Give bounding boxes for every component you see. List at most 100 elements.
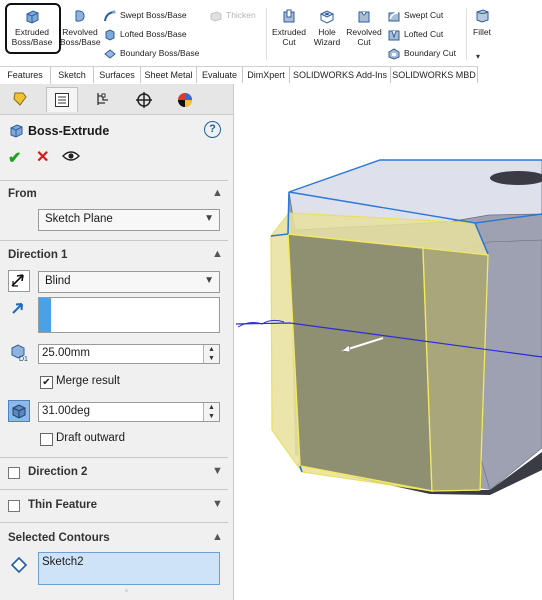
reverse-direction-button[interactable] [8, 270, 30, 292]
lofted-cut-button[interactable]: Lofted Cut [388, 26, 443, 42]
end-condition-select[interactable]: Blind ▼ [38, 271, 220, 293]
tab-dimxpert[interactable]: DimXpert [243, 67, 290, 83]
panel-resize-handle[interactable]: ◦ [125, 586, 128, 595]
thin-feature-section-header[interactable]: Thin Feature ▼ [0, 495, 228, 517]
revolved-cut-button[interactable]: Revolved Cut [346, 6, 382, 54]
list-item[interactable]: Sketch2 [42, 556, 84, 568]
expand-chevron-icon[interactable]: ▼ [212, 465, 223, 477]
chevron-down-icon: ▼ [204, 213, 214, 224]
revolved-cut-icon [358, 11, 370, 23]
direction-vector-icon [12, 303, 23, 314]
feature-title: Boss-Extrude [28, 124, 110, 138]
svg-text:D1: D1 [19, 356, 28, 362]
thicken-button[interactable]: Thicken [210, 7, 256, 23]
tab-sheet-metal[interactable]: Sheet Metal [141, 67, 197, 83]
contour-diamond-icon [10, 556, 28, 574]
tab-features[interactable]: Features [0, 67, 51, 85]
draft-icon [12, 404, 26, 419]
tab-display-manager[interactable] [170, 87, 200, 111]
from-start-condition-select[interactable]: Sketch Plane ▼ [38, 209, 220, 231]
extrude-preview-face [287, 233, 433, 492]
lofted-boss-icon [105, 29, 115, 41]
spin-up-icon[interactable]: ▲ [204, 345, 219, 354]
spin-up-icon[interactable]: ▲ [204, 403, 219, 412]
property-manager-panel: Boss-Extrude ? ✔ ✕ From ▲ Sketch Plane ▼… [0, 84, 234, 600]
help-icon[interactable]: ? [204, 121, 221, 138]
draft-on-off-button[interactable] [8, 400, 30, 422]
spin-down-icon[interactable]: ▼ [204, 354, 219, 363]
lofted-cut-icon [388, 30, 400, 41]
dimxpert-crosshair-icon [136, 92, 152, 108]
thin-feature-checkbox[interactable] [8, 500, 20, 512]
manager-tabs [0, 84, 233, 115]
depth-input[interactable]: 25.00mm ▲ ▼ [38, 344, 220, 364]
boss-extrude-icon [10, 124, 23, 138]
boundary-cut-icon [388, 48, 400, 60]
collapse-chevron-icon[interactable]: ▲ [212, 187, 223, 199]
direction2-section-header[interactable]: Direction 2 ▼ [0, 462, 228, 484]
collapse-chevron-icon[interactable]: ▲ [212, 248, 223, 260]
collapse-chevron-icon[interactable]: ▲ [212, 531, 223, 543]
ribbon-separator [266, 8, 267, 60]
cancel-button[interactable]: ✕ [36, 147, 49, 167]
extrude-preview-side [422, 247, 489, 492]
graphics-viewport[interactable] [234, 84, 542, 600]
revolved-boss-button[interactable]: Revolved Boss/Base [60, 6, 101, 54]
swept-cut-button[interactable]: Swept Cut [388, 7, 443, 23]
command-manager-tabs: Features Sketch Surfaces Sheet Metal Eva… [0, 66, 478, 85]
direction2-checkbox[interactable] [8, 467, 20, 479]
hole-wizard-button[interactable]: Hole Wizard [310, 6, 344, 54]
direction1-section-header[interactable]: Direction 1 ▲ [0, 245, 228, 267]
feature-manager-icon [13, 92, 27, 106]
fillet-button[interactable]: Fillet [470, 6, 494, 54]
tab-configuration-manager[interactable] [88, 87, 118, 111]
section-divider [0, 180, 228, 181]
property-manager-icon [55, 93, 69, 107]
from-section-header[interactable]: From ▲ [0, 184, 228, 206]
expand-chevron-icon[interactable]: ▼ [212, 498, 223, 510]
draft-angle-spinner[interactable]: ▲ ▼ [203, 403, 219, 421]
lofted-boss-button[interactable]: Lofted Boss/Base [104, 26, 187, 42]
thicken-icon [210, 11, 222, 22]
selected-contours-section-header[interactable]: Selected Contours ▲ [0, 528, 228, 550]
extruded-cut-button[interactable]: Extruded Cut [270, 6, 308, 54]
tab-sketch[interactable]: Sketch [51, 67, 94, 83]
extruded-boss-button[interactable]: Extruded Boss/Base [8, 6, 56, 54]
checkmark-icon[interactable]: ✔ [40, 376, 53, 389]
hole-wizard-icon [319, 10, 335, 24]
boundary-cut-button[interactable]: Boundary Cut [388, 45, 456, 61]
direction-of-extrusion-selection-box[interactable] [38, 297, 220, 333]
chevron-down-icon: ▼ [204, 275, 214, 286]
feature-title-row: Boss-Extrude [8, 122, 109, 138]
section-divider [0, 489, 228, 490]
display-manager-icon [178, 93, 192, 107]
boundary-boss-icon [104, 49, 116, 59]
section-divider [0, 457, 228, 458]
tab-dimxpert-manager[interactable] [129, 87, 159, 111]
ribbon-separator [466, 8, 467, 60]
selection-active-strip [39, 298, 51, 332]
revolved-boss-icon [75, 10, 85, 22]
preview-eye-icon[interactable] [62, 150, 80, 162]
section-divider [0, 240, 228, 241]
reverse-direction-icon [11, 274, 24, 287]
boundary-boss-button[interactable]: Boundary Boss/Base [104, 45, 199, 61]
swept-cut-icon [388, 12, 400, 22]
configuration-manager-icon [97, 93, 108, 105]
tab-feature-manager[interactable] [5, 87, 35, 111]
command-manager-ribbon: Extruded Boss/Base Revolved Boss/Base Sw… [0, 0, 500, 66]
fillet-dropdown-arrow[interactable]: ▾ [476, 52, 480, 61]
depth-spinner[interactable]: ▲ ▼ [203, 345, 219, 363]
selected-contours-list[interactable]: Sketch2 [38, 552, 220, 585]
swept-boss-icon [104, 10, 116, 21]
ok-button[interactable]: ✔ [8, 148, 21, 168]
extruded-cut-icon [283, 9, 295, 23]
tab-solidworks-mbd[interactable]: SOLIDWORKS MBD [391, 67, 478, 83]
tab-evaluate[interactable]: Evaluate [197, 67, 243, 83]
spin-down-icon[interactable]: ▼ [204, 412, 219, 421]
tab-surfaces[interactable]: Surfaces [94, 67, 141, 83]
swept-boss-button[interactable]: Swept Boss/Base [104, 7, 187, 23]
tab-solidworks-add-ins[interactable]: SOLIDWORKS Add-Ins [290, 67, 391, 83]
tab-property-manager[interactable] [46, 87, 78, 112]
draft-angle-input[interactable]: 31.00deg ▲ ▼ [38, 402, 220, 422]
